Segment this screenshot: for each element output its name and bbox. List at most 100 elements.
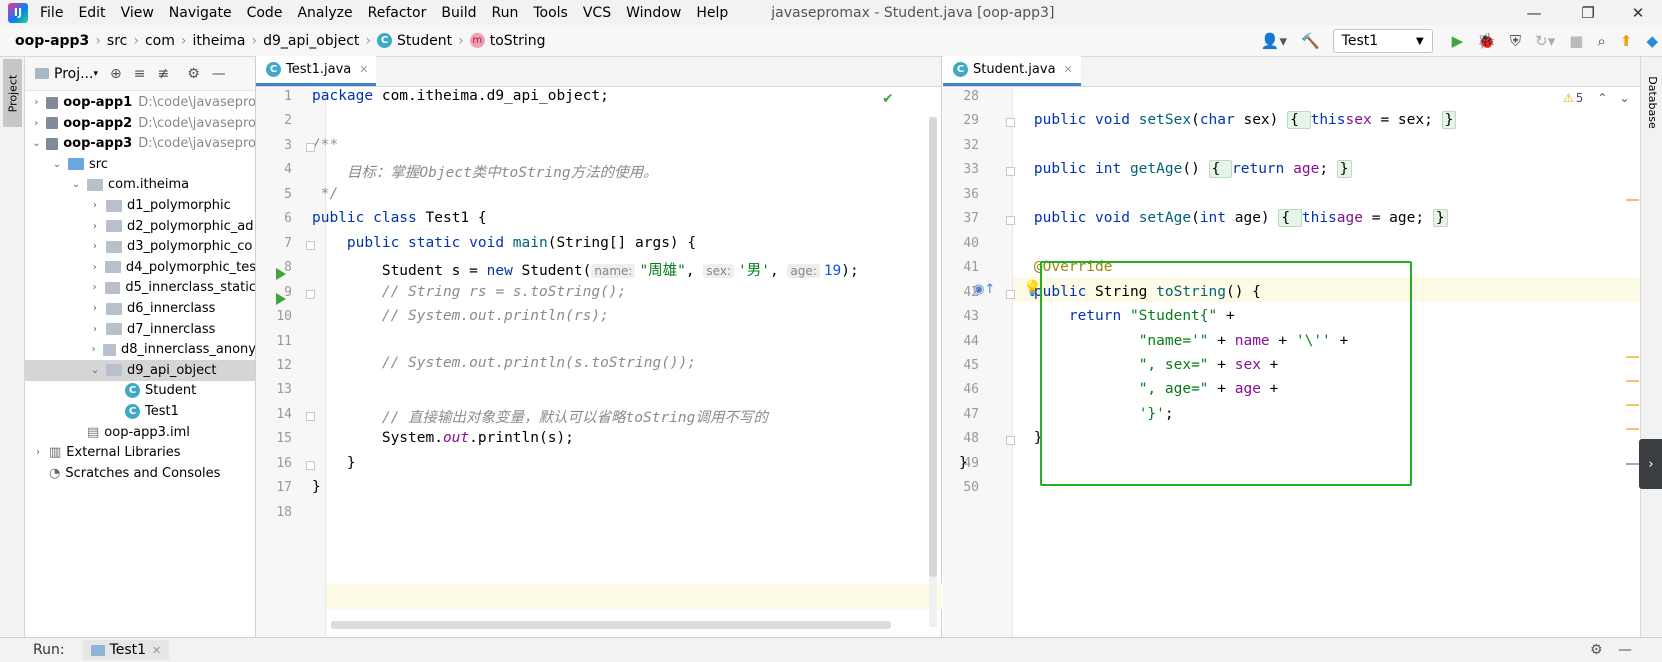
menu-help[interactable]: Help bbox=[696, 5, 728, 21]
user-icon[interactable]: 👤▾ bbox=[1261, 32, 1287, 50]
fold-icon[interactable] bbox=[306, 460, 315, 470]
menu-navigate[interactable]: Navigate bbox=[169, 5, 232, 21]
minimize-icon[interactable]: — bbox=[1508, 0, 1560, 25]
gear-icon[interactable]: ⚙ bbox=[187, 66, 200, 82]
tree-item[interactable]: C Student bbox=[25, 380, 255, 401]
fold-icon[interactable] bbox=[306, 142, 315, 152]
update-icon[interactable]: ⬆ bbox=[1620, 32, 1633, 50]
tree-item[interactable]: ⌄ d9_api_object bbox=[25, 359, 255, 381]
fold-icon[interactable] bbox=[1006, 216, 1015, 226]
fold-icon[interactable] bbox=[306, 289, 315, 299]
code-line[interactable]: public void setAge(int age) { thisage = … bbox=[999, 209, 1448, 228]
close-icon[interactable]: ✕ bbox=[1612, 0, 1662, 25]
expand-panel-icon[interactable]: › bbox=[1639, 439, 1662, 489]
breadcrumb-method[interactable]: toString bbox=[490, 33, 546, 49]
tree-item[interactable]: › ▥ External Libraries bbox=[25, 442, 255, 463]
hide-icon[interactable]: — bbox=[1618, 642, 1632, 658]
expand-all-icon[interactable]: ≡ bbox=[134, 66, 146, 82]
close-tab-icon[interactable]: ✕ bbox=[1064, 63, 1073, 76]
database-tool-tab[interactable]: Database bbox=[1643, 67, 1661, 137]
breadcrumb-itheima[interactable]: itheima bbox=[193, 33, 246, 49]
code-line[interactable]: } bbox=[312, 479, 321, 495]
tree-item[interactable]: › d6_innerclass bbox=[25, 298, 255, 319]
menu-file[interactable]: File bbox=[40, 5, 63, 21]
chevron-icon[interactable]: › bbox=[88, 282, 101, 293]
chevron-icon[interactable]: › bbox=[88, 262, 101, 273]
code-line[interactable]: public static void main(String[] args) { bbox=[312, 235, 696, 251]
code-line[interactable]: */ bbox=[312, 186, 338, 202]
chevron-icon[interactable]: › bbox=[88, 303, 102, 314]
close-tab-icon[interactable]: ✕ bbox=[359, 63, 368, 76]
menu-build[interactable]: Build bbox=[441, 5, 476, 21]
build-hammer-icon[interactable]: 🔨 bbox=[1301, 32, 1320, 50]
project-view-select[interactable]: Proj... bbox=[54, 66, 93, 82]
tab-test1-java[interactable]: C Test1.java ✕ bbox=[256, 56, 377, 86]
breadcrumb-project[interactable]: oop-app3 bbox=[15, 33, 89, 49]
tree-item[interactable]: › d3_polymorphic_co bbox=[25, 236, 255, 257]
code-line[interactable]: // System.out.println(rs); bbox=[312, 308, 609, 324]
breadcrumb-src[interactable]: src bbox=[107, 33, 127, 49]
locate-icon[interactable]: ⊕ bbox=[110, 66, 122, 82]
chevron-icon[interactable]: › bbox=[31, 447, 45, 458]
menu-window[interactable]: Window bbox=[626, 5, 681, 21]
chevron-icon[interactable]: ⌄ bbox=[50, 159, 64, 170]
tree-item[interactable]: › d8_innerclass_anony bbox=[25, 339, 255, 360]
menu-edit[interactable]: Edit bbox=[78, 5, 105, 21]
tree-item[interactable]: ▤ oop-app3.iml bbox=[25, 422, 255, 443]
tree-item[interactable]: › d7_innerclass bbox=[25, 319, 255, 340]
horizontal-scrollbar[interactable] bbox=[331, 621, 891, 629]
code-line[interactable]: // String rs = s.toString(); bbox=[312, 284, 626, 300]
search-icon[interactable]: ⌕ bbox=[1597, 32, 1605, 50]
fold-icon[interactable] bbox=[1006, 167, 1015, 177]
collapse-all-icon[interactable]: ≢ bbox=[157, 66, 169, 82]
scroll-thumb[interactable] bbox=[929, 117, 937, 577]
close-tab-icon[interactable]: ✕ bbox=[152, 644, 161, 657]
code-line[interactable]: public void setSex(char sex) { thissex =… bbox=[999, 111, 1457, 130]
fold-icon[interactable] bbox=[1006, 289, 1015, 299]
run-icon[interactable]: ▶ bbox=[1452, 32, 1464, 50]
code-line[interactable]: } bbox=[959, 455, 968, 471]
chevron-up-icon[interactable]: ⌃ bbox=[1597, 91, 1607, 105]
run-config-select[interactable]: Test1 ▼ bbox=[1332, 29, 1433, 53]
hide-icon[interactable]: — bbox=[212, 66, 226, 82]
tree-item[interactable]: › d4_polymorphic_tes bbox=[25, 257, 255, 278]
chevron-icon[interactable]: › bbox=[88, 324, 102, 335]
menu-refactor[interactable]: Refactor bbox=[368, 5, 427, 21]
code-line[interactable]: Student s = new Student(name: "周雄", sex: '… bbox=[312, 259, 859, 280]
code-line[interactable]: public int getAge() { return age; } bbox=[999, 160, 1352, 179]
coverage-icon[interactable]: ⛨ bbox=[1510, 32, 1521, 50]
fold-icon[interactable] bbox=[1006, 436, 1015, 446]
breadcrumb-package[interactable]: d9_api_object bbox=[263, 33, 359, 49]
profile-icon[interactable]: ↻▾ bbox=[1535, 32, 1555, 50]
code-line[interactable]: package com.itheima.d9_api_object; bbox=[312, 88, 609, 104]
chevron-icon[interactable]: › bbox=[88, 221, 102, 232]
tree-item[interactable]: › d5_innerclass_static bbox=[25, 277, 255, 298]
menu-view[interactable]: View bbox=[121, 5, 154, 21]
menu-run[interactable]: Run bbox=[492, 5, 519, 21]
tab-student-java[interactable]: C Student.java ✕ bbox=[943, 56, 1081, 86]
code-line[interactable]: // 直接输出对象变量，默认可以省略toString调用不写的 bbox=[312, 406, 768, 427]
run-tab-test1[interactable]: Test1 ✕ bbox=[82, 640, 170, 660]
code-line[interactable]: 目标：掌握Object类中toString方法的使用。 bbox=[312, 161, 658, 182]
chevron-icon[interactable]: › bbox=[31, 118, 42, 129]
chevron-icon[interactable]: › bbox=[88, 200, 102, 211]
chevron-icon[interactable]: › bbox=[88, 241, 102, 252]
chevron-down-icon[interactable]: ⌄ bbox=[1619, 91, 1629, 105]
fold-icon[interactable] bbox=[306, 411, 315, 421]
code-line[interactable]: /** bbox=[312, 137, 338, 153]
chevron-icon[interactable]: ⌄ bbox=[88, 365, 102, 376]
maximize-icon[interactable]: ❐ bbox=[1562, 0, 1614, 25]
menu-vcs[interactable]: VCS bbox=[583, 5, 611, 21]
chevron-icon[interactable]: ⌄ bbox=[31, 138, 42, 149]
inspection-widget[interactable]: ⚠ 5 ⌃ ⌄ bbox=[1563, 91, 1630, 105]
menu-analyze[interactable]: Analyze bbox=[297, 5, 352, 21]
code-line[interactable]: public class Test1 { bbox=[312, 210, 487, 226]
tree-item[interactable]: ◔ Scratches and Consoles bbox=[25, 463, 255, 484]
code-line[interactable]: System.out.println(s); bbox=[312, 430, 574, 446]
tree-item[interactable]: › oop-app1 D:\code\javasepro bbox=[25, 92, 255, 113]
tree-item[interactable]: › oop-app2 D:\code\javasepro bbox=[25, 113, 255, 134]
tree-item[interactable]: ⌄ src bbox=[25, 154, 255, 175]
debug-icon[interactable]: 🐞 bbox=[1477, 32, 1496, 50]
code-line[interactable]: // System.out.println(s.toString()); bbox=[312, 355, 696, 371]
tree-item[interactable]: ⌄ com.itheima bbox=[25, 174, 255, 195]
